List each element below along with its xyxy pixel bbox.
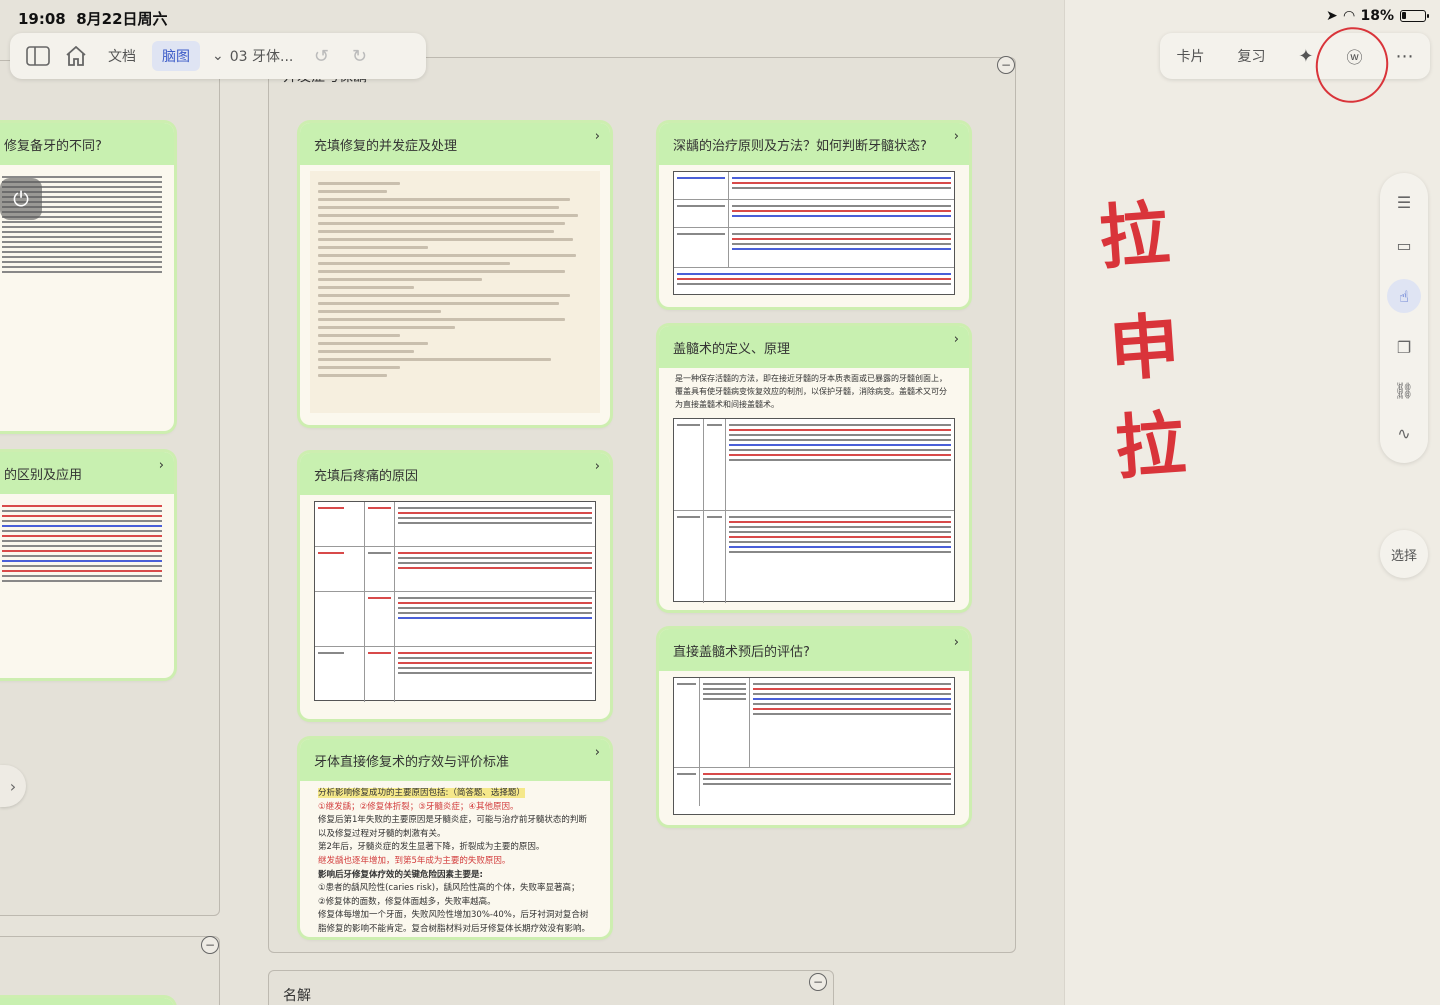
battery-text: 18% bbox=[1360, 8, 1394, 24]
note-table-image bbox=[673, 417, 955, 603]
card-left-mid[interactable]: 的区别及应用 › bbox=[0, 452, 174, 678]
card-content bbox=[0, 494, 174, 593]
chevron-right-icon[interactable]: › bbox=[954, 332, 959, 347]
select-button[interactable]: 选择 bbox=[1380, 530, 1428, 578]
text-line: ①患者的龋风险性(caries risk)，龋风险性高的个体，失败率显著高； bbox=[318, 883, 580, 894]
copy-icon[interactable]: ❐ bbox=[1397, 338, 1411, 357]
group-frame-bottom: 名解 bbox=[268, 970, 834, 1005]
card-title: 修复备牙的不同? bbox=[4, 138, 102, 154]
chevron-right-icon[interactable]: › bbox=[954, 635, 959, 650]
card-left-bottom[interactable] bbox=[0, 998, 174, 1005]
card-content: 分析影响修复成功的主要原因包括:（简答题、选择题） ①继发龋；②修复体折裂；③牙… bbox=[300, 781, 610, 937]
sparkle-icon[interactable]: ✦ bbox=[1298, 46, 1313, 67]
top-toolbar: 文档 脑图 ⌄ 03 牙体... ↺ ↻ bbox=[10, 33, 426, 79]
collapse-icon[interactable]: − bbox=[809, 973, 827, 991]
text-line: ②修复体的面数，修复体面越多，失败率越高。 bbox=[318, 896, 496, 907]
power-icon[interactable]: ⏻ bbox=[0, 178, 42, 220]
battery-icon bbox=[1400, 10, 1429, 22]
card-direct-capping-prognosis[interactable]: 直接盖髓术预后的评估? › bbox=[659, 629, 969, 825]
frame-title: 名解 bbox=[283, 988, 311, 1004]
chevron-right-icon[interactable]: › bbox=[954, 129, 959, 144]
date-text: 8月22日周六 bbox=[76, 10, 168, 28]
chevron-right-icon[interactable]: › bbox=[595, 459, 600, 474]
time-text: 19:08 bbox=[18, 10, 66, 28]
wifi-icon: ◠ bbox=[1343, 8, 1355, 24]
chevron-right-icon[interactable]: › bbox=[159, 458, 164, 473]
card-title: 盖髓术的定义、原理 bbox=[673, 341, 791, 357]
text-line: 影响后牙修复体疗效的关键危险因素主要是: bbox=[318, 869, 483, 880]
card-direct-restoration-outcome[interactable]: 牙体直接修复术的疗效与评价标准 › 分析影响修复成功的主要原因包括:（简答题、选择… bbox=[300, 739, 610, 937]
collapse-icon[interactable]: − bbox=[997, 56, 1015, 74]
card-post-filling-pain[interactable]: 充填后疼痛的原因 › bbox=[300, 453, 610, 719]
layout-icon[interactable]: ▭ bbox=[1396, 236, 1411, 255]
status-time: 19:08 8月22日周六 bbox=[18, 8, 168, 29]
note-table-image bbox=[673, 171, 955, 295]
link-icon[interactable]: ⛓ bbox=[1394, 381, 1414, 400]
right-toolbar: 卡片 复习 ✦ ⓦ ⋯ bbox=[1160, 33, 1430, 79]
tab-document[interactable]: 文档 bbox=[98, 41, 146, 71]
note-table-image bbox=[673, 677, 955, 815]
sidebar-toggle-icon[interactable] bbox=[22, 40, 54, 72]
card-pulp-capping-definition[interactable]: 盖髓术的定义、原理 › 是一种保存活髓的方法，即在接近牙髓的牙本质表面或已暴露的牙… bbox=[659, 326, 969, 610]
pointer-hand-icon[interactable]: ☝ bbox=[1387, 279, 1421, 314]
undo-icon[interactable]: ↺ bbox=[305, 40, 337, 72]
card-title: 牙体直接修复术的疗效与评价标准 bbox=[314, 754, 510, 770]
document-name: 03 牙体... bbox=[229, 49, 294, 65]
text-line: ①继发龋；②修复体折裂；③牙髓炎症；④其他原因。 bbox=[318, 801, 519, 812]
text-line: 修复后第1年失败的主要原因是牙髓炎症，可能与治疗前牙髓状态的判断以及修复过程对牙… bbox=[318, 815, 587, 839]
card-filling-complications[interactable]: 充填修复的并发症及处理 › bbox=[300, 123, 610, 425]
side-toolbar: ☰ ▭ ☝ ❐ ⛓ ∿ bbox=[1380, 173, 1428, 463]
card-title: 直接盖髓术预后的评估? bbox=[673, 644, 810, 660]
group-frame-left-bottom bbox=[0, 936, 220, 1005]
handwriting-panel[interactable]: 拉 申 拉 bbox=[1064, 0, 1440, 1005]
text-line: 继发龋也逐年增加，到第5年成为主要的失败原因。 bbox=[318, 855, 511, 866]
collapse-icon[interactable]: − bbox=[201, 936, 219, 954]
mindmap-canvas[interactable]: − 修复备牙的不同? ⏻ 的区别及应用› › 并发症与保龋 − 名解 − bbox=[0, 0, 1064, 1005]
redo-icon[interactable]: ↻ bbox=[343, 40, 375, 72]
list-icon[interactable]: ☰ bbox=[1397, 193, 1411, 212]
note-image bbox=[310, 171, 600, 413]
chevron-right-icon[interactable]: › bbox=[595, 129, 600, 144]
text-line: 第2年后，牙髓炎症的发生显著下降，折裂成为主要的原因。 bbox=[318, 842, 545, 853]
chevron-down-icon: ⌄ bbox=[212, 48, 224, 64]
card-title: 充填后疼痛的原因 bbox=[314, 468, 419, 484]
handwriting-stroke: 拉 bbox=[1112, 401, 1189, 490]
more-icon[interactable]: ⋯ bbox=[1395, 46, 1413, 67]
card-content: 是一种保存活髓的方法，即在接近牙髓的牙本质表面或已暴露的牙髓创面上，覆盖具有使牙… bbox=[675, 374, 947, 410]
text-line: 分析影响修复成功的主要原因包括:（简答题、选择题） bbox=[318, 788, 525, 798]
home-icon[interactable] bbox=[60, 40, 92, 72]
tab-mindmap[interactable]: 脑图 bbox=[152, 41, 200, 71]
handwriting-stroke: 拉 bbox=[1096, 191, 1173, 280]
handwriting-stroke: 申 bbox=[1106, 303, 1183, 392]
note-table-image bbox=[314, 501, 596, 702]
card-left-top[interactable]: 修复备牙的不同? bbox=[0, 123, 174, 431]
document-selector[interactable]: ⌄ 03 牙体... bbox=[206, 46, 299, 66]
card-title: 深龋的治疗原则及方法？如何判断牙髓状态? bbox=[673, 138, 927, 154]
chevron-right-icon[interactable]: › bbox=[595, 745, 600, 760]
card-deep-caries-treatment[interactable]: 深龋的治疗原则及方法？如何判断牙髓状态? › bbox=[659, 123, 969, 307]
card-button[interactable]: 卡片 bbox=[1176, 46, 1204, 66]
pen-stroke-icon[interactable]: ∿ bbox=[1397, 424, 1410, 443]
review-button[interactable]: 复习 bbox=[1237, 46, 1265, 66]
location-icon: ➤ bbox=[1325, 8, 1338, 24]
status-indicators: ➤ ◠ 18% bbox=[1325, 8, 1429, 24]
text-line: 修复体每增加一个牙面，失败风险性增加30%-40%，后牙衬洞对复合树脂修复的影响… bbox=[318, 910, 591, 934]
card-title: 充填修复的并发症及处理 bbox=[314, 138, 458, 154]
card-title: 的区别及应用 bbox=[4, 467, 83, 483]
